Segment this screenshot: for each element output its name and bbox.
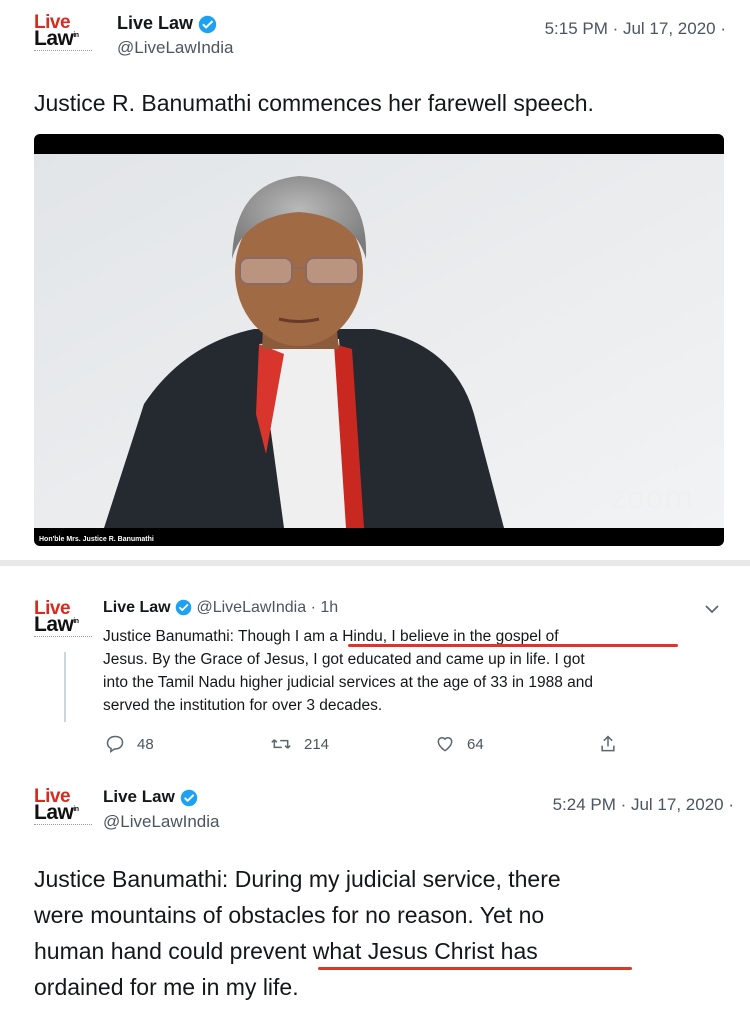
author-handle[interactable]: @LiveLawIndia [103, 812, 220, 832]
tweet-line: Justice Banumathi: During my judicial se… [34, 866, 561, 892]
highlight-underline [318, 967, 632, 970]
tweet-text: Justice Banumathi: Though I am a Hindu, … [103, 625, 593, 717]
tweet-timestamp[interactable]: 5:15 PM · Jul 17, 2020 · [545, 19, 726, 39]
tweet-line: Jesus. By the Grace of Jesus, I got educ… [103, 651, 585, 668]
logo-law-text: Lawin [34, 27, 79, 50]
like-count: 64 [467, 735, 484, 753]
verified-badge-icon [198, 15, 217, 33]
logo-law-text: Lawin [34, 613, 79, 636]
retweet-count: 214 [304, 735, 330, 753]
tweet-line: ordained for me in my life. [34, 974, 299, 1000]
tweet-line: human hand could prevent what Jesus Chri… [34, 938, 538, 964]
livelaw-logo[interactable]: Live Lawin [34, 786, 94, 838]
share-button[interactable] [598, 734, 618, 754]
author-row: Live Law [117, 13, 217, 34]
author-name[interactable]: Live Law [103, 787, 175, 806]
verified-badge-icon [180, 789, 197, 806]
highlight-underline [348, 644, 678, 647]
author-row: Live Law [103, 787, 198, 807]
reply-button[interactable]: 48 [105, 734, 154, 754]
video-player[interactable]: Hon'ble Mrs. Justice R. Banumathi zoom [34, 134, 724, 546]
tweet-line: into the Tamil Nadu higher judicial serv… [103, 674, 593, 691]
thread-line [64, 652, 66, 722]
reply-count: 48 [137, 735, 154, 753]
author-handle[interactable]: @LiveLawIndia · 1h [196, 599, 338, 616]
tweet-line: served the institution for over 3 decade… [103, 697, 383, 714]
tweet-line: were mountains of obstacles for no reaso… [34, 902, 545, 928]
tweet-timestamp[interactable]: 5:24 PM · Jul 17, 2020 · [553, 795, 734, 815]
livelaw-logo[interactable]: Live Lawin [34, 598, 94, 650]
author-row: Live Law @LiveLawIndia · 1h [103, 599, 338, 617]
reply-icon [106, 735, 124, 754]
tweet-text: Justice R. Banumathi commences her farew… [34, 90, 594, 116]
retweet-icon [271, 739, 291, 749]
tweet-text: Justice Banumathi: During my judicial se… [34, 861, 561, 1005]
divider [0, 560, 750, 566]
zoom-watermark: zoom [610, 481, 694, 516]
share-icon [601, 735, 615, 752]
logo-law-text: Lawin [34, 801, 79, 824]
video-frame [34, 154, 724, 528]
author-name[interactable]: Live Law [103, 599, 171, 616]
video-caption: Hon'ble Mrs. Justice R. Banumathi [36, 535, 157, 544]
author-handle[interactable]: @LiveLawIndia [117, 38, 234, 58]
like-icon [437, 737, 453, 752]
livelaw-logo[interactable]: Live Lawin [34, 12, 94, 64]
chevron-down-icon[interactable] [700, 597, 724, 621]
author-name[interactable]: Live Law [117, 13, 193, 33]
like-button[interactable]: 64 [435, 734, 484, 754]
verified-badge-icon [175, 599, 192, 616]
retweet-button[interactable]: 214 [270, 734, 329, 754]
